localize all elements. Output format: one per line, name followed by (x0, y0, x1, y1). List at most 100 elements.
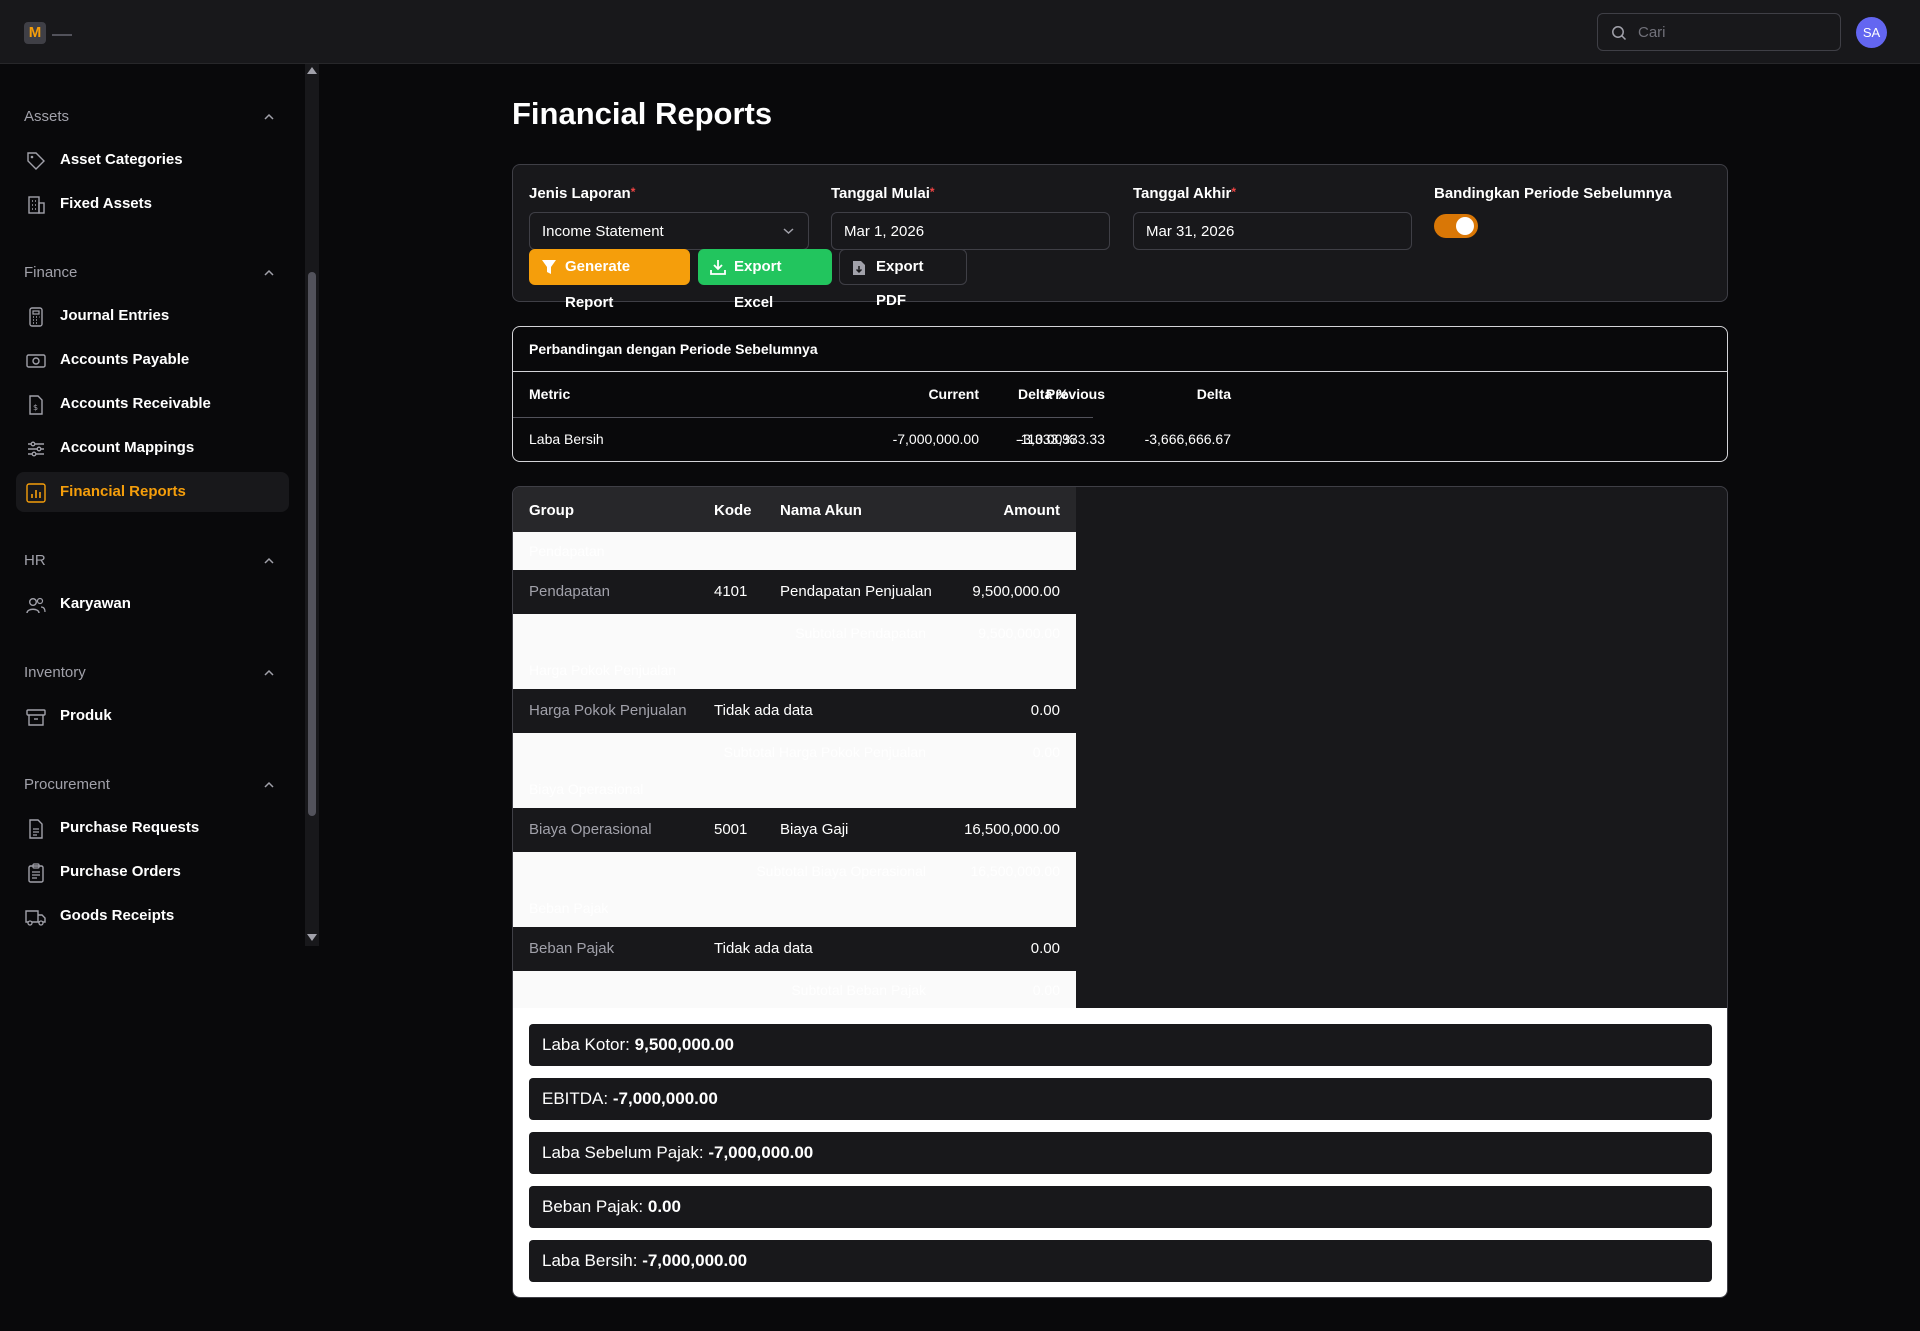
comparison-title: Perbandingan dengan Periode Sebelumnya (529, 341, 818, 357)
document-dollar-icon: $ (29, 395, 43, 415)
report-type-select[interactable]: Income Statement (529, 212, 809, 250)
report-table-header: Group Kode Nama Akun Amount (513, 487, 1076, 532)
sidebar-group-hr[interactable]: HR (24, 552, 46, 569)
sidebar-item-purchase-orders[interactable]: Purchase Orders (16, 852, 289, 892)
required-mark: * (929, 185, 935, 199)
sidebar-item-label: Goods Receipts (60, 907, 175, 924)
end-date-label: Tanggal Akhir* (1133, 185, 1237, 202)
compare-toggle[interactable] (1434, 214, 1478, 238)
comparison-cell-delta: -3,666,666.67 (1144, 431, 1231, 447)
sidebar: Assets Asset Categories Fixed Assets Fin… (0, 64, 320, 1331)
clipboard-icon (28, 863, 44, 883)
table-row: Harga Pokok Penjualan Tidak ada data 0.0… (513, 689, 1076, 733)
chevron-up-icon[interactable] (264, 780, 274, 790)
sidebar-item-produk[interactable]: Produk (16, 696, 289, 736)
column-header-current: Current (928, 386, 979, 402)
report-type-label: Jenis Laporan* (529, 185, 636, 202)
group-heading-row: Pendapatan (513, 532, 1076, 570)
sidebar-item-label: Accounts Payable (60, 351, 190, 368)
sidebar-item-purchase-requests[interactable]: Purchase Requests (16, 808, 289, 848)
sidebar-item-label: Asset Categories (60, 151, 183, 168)
sidebar-item-label: Account Mappings (60, 439, 195, 456)
group-heading-row: Beban Pajak (513, 889, 1076, 927)
page-title: Financial Reports (512, 96, 773, 131)
sidebar-item-accounts-payable[interactable]: Accounts Payable (16, 340, 289, 380)
column-header-metric: Metric (529, 386, 571, 402)
search-input[interactable] (1638, 22, 1828, 42)
report-type-value: Income Statement (542, 223, 664, 240)
sidebar-item-label: Journal Entries (60, 307, 170, 324)
total-laba-kotor: Laba Kotor: 9,500,000.00 (529, 1024, 1712, 1066)
subtotal-row: Subtotal Biaya Operasional 16,500,000.00 (513, 852, 1076, 890)
comparison-cell-current: -7,000,000.00 (892, 431, 979, 447)
logo-wordmark (52, 34, 72, 36)
group-heading-row: Biaya Operasional (513, 770, 1076, 808)
banknotes-icon (26, 354, 46, 368)
scroll-down-arrow-icon[interactable] (307, 934, 317, 941)
users-icon (26, 597, 46, 614)
sidebar-item-karyawan[interactable]: Karyawan (16, 584, 289, 624)
total-ebitda: EBITDA: -7,000,000.00 (529, 1078, 1712, 1120)
chart-bar-icon (26, 483, 46, 503)
sidebar-item-account-mappings[interactable]: Account Mappings (16, 428, 289, 468)
chevron-up-icon[interactable] (264, 112, 274, 122)
subtotal-row: Subtotal Harga Pokok Penjualan 0.00 (513, 733, 1076, 771)
export-pdf-button[interactable]: Export PDF (839, 249, 967, 309)
report-filter-panel: Jenis Laporan* Income Statement Tanggal … (512, 164, 1728, 311)
scroll-up-arrow-icon[interactable] (307, 67, 317, 74)
total-beban-pajak: Beban Pajak: 0.00 (529, 1186, 1712, 1228)
comparison-cell-delta-pct: -110.00% (1016, 431, 1075, 447)
document-icon (29, 819, 43, 839)
sidebar-item-fixed-assets[interactable]: Fixed Assets (16, 184, 289, 224)
sidebar-item-label: Produk (60, 707, 112, 724)
subtotal-row: Subtotal Pendapatan 9,500,000.00 (513, 614, 1076, 652)
app-logo[interactable]: M (24, 22, 46, 44)
search-box[interactable] (1597, 13, 1841, 51)
required-mark: * (630, 185, 636, 199)
column-header-kode: Kode (714, 502, 752, 519)
table-row: Beban Pajak Tidak ada data 0.00 (513, 927, 1076, 971)
top-bar: M SA (0, 0, 1920, 64)
group-heading-row: Harga Pokok Penjualan (513, 651, 1076, 689)
sidebar-item-goods-receipts[interactable]: Goods Receipts (16, 896, 289, 936)
chevron-up-icon[interactable] (264, 268, 274, 278)
document-arrow-icon (853, 261, 865, 275)
calculator-icon (29, 307, 43, 327)
svg-text:$: $ (33, 403, 38, 412)
sidebar-item-accounts-receivable[interactable]: $ Accounts Receivable (16, 384, 289, 424)
comparison-card: Perbandingan dengan Periode Sebelumnya M… (512, 326, 1728, 462)
generate-report-button[interactable]: Generate Report (529, 249, 690, 311)
sidebar-item-label: Financial Reports (60, 483, 186, 500)
download-icon (710, 260, 726, 275)
sidebar-group-inventory[interactable]: Inventory (24, 664, 86, 681)
user-avatar[interactable]: SA (1856, 17, 1887, 48)
column-header-group: Group (529, 502, 574, 519)
chevron-up-icon[interactable] (264, 556, 274, 566)
sidebar-group-procurement[interactable]: Procurement (24, 776, 110, 793)
required-mark: * (1231, 185, 1237, 199)
total-laba-sebelum-pajak: Laba Sebelum Pajak: -7,000,000.00 (529, 1132, 1712, 1174)
sidebar-group-finance[interactable]: Finance (24, 264, 77, 281)
compare-label: Bandingkan Periode Sebelumnya (1434, 185, 1672, 202)
start-date-value: Mar 1, 2026 (844, 223, 925, 240)
divider (513, 371, 1727, 372)
sidebar-item-label: Purchase Orders (60, 863, 181, 880)
sidebar-item-asset-categories[interactable]: Asset Categories (16, 140, 289, 180)
truck-icon (25, 910, 46, 926)
sidebar-scrollbar-thumb[interactable] (308, 272, 316, 816)
sidebar-item-financial-reports[interactable]: Financial Reports (16, 472, 289, 512)
start-date-label: Tanggal Mulai* (831, 185, 935, 202)
tag-icon (27, 152, 45, 170)
sidebar-group-assets[interactable]: Assets (24, 108, 69, 125)
search-icon (1612, 26, 1627, 41)
sidebar-item-journal-entries[interactable]: Journal Entries (16, 296, 289, 336)
archive-box-icon (26, 709, 46, 726)
start-date-field[interactable]: Mar 1, 2026 (831, 212, 1110, 250)
chevron-up-icon[interactable] (264, 668, 274, 678)
sliders-icon (28, 441, 44, 457)
sidebar-item-label: Karyawan (60, 595, 131, 612)
end-date-value: Mar 31, 2026 (1146, 223, 1235, 240)
column-header-delta-pct: Delta % (1018, 386, 1069, 402)
end-date-field[interactable]: Mar 31, 2026 (1133, 212, 1412, 250)
export-excel-button[interactable]: Export Excel (698, 249, 832, 311)
